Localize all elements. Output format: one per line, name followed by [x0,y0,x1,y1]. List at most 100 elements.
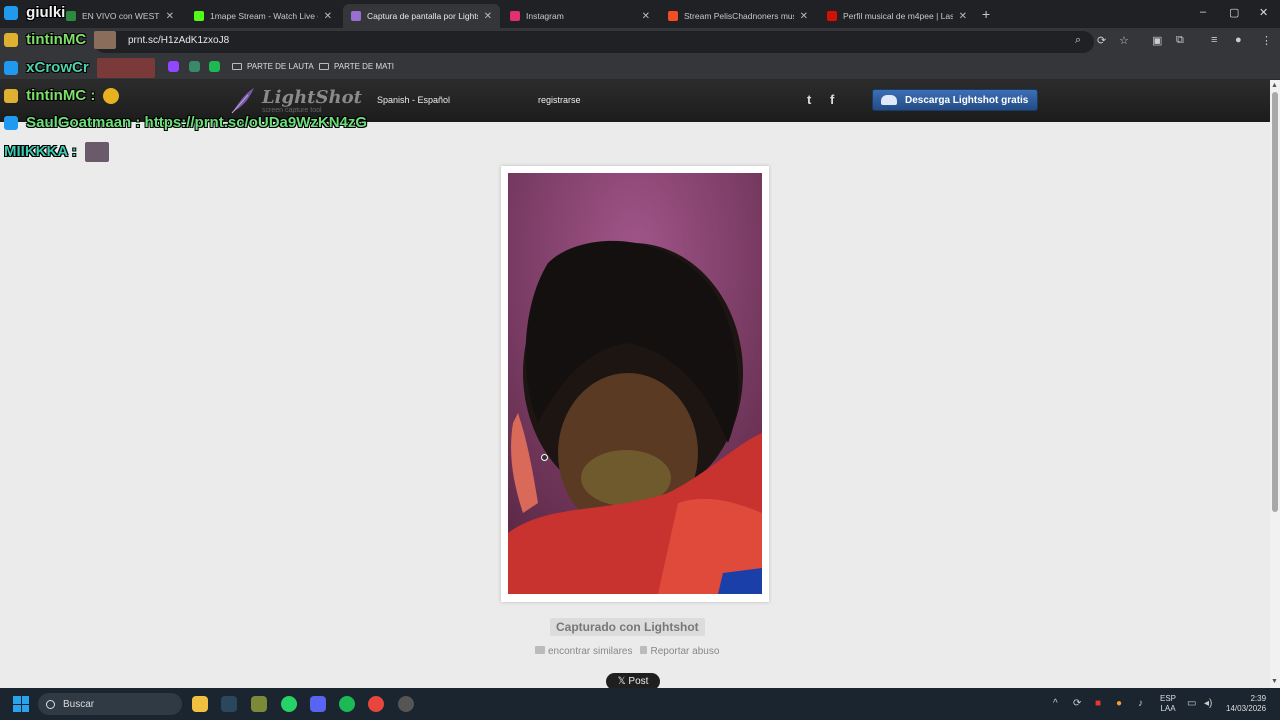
tab-favicon [194,11,204,21]
volume-icon[interactable]: ◂) [1204,698,1212,709]
close-icon[interactable]: ✕ [324,11,332,22]
tab-title: Instagram [526,11,564,21]
close-icon[interactable]: ✕ [166,11,174,22]
new-tab-button[interactable]: + [982,6,990,22]
twitch-icon[interactable] [168,61,179,72]
site-logo[interactable]: LightShot [262,87,362,108]
find-similar-link[interactable]: encontrar similares [535,646,632,657]
maximize-button[interactable]: ▢ [1229,6,1239,19]
caption-label[interactable]: Capturado con Lightshot [550,618,705,636]
bookmark-folder-mati[interactable]: PARTE DE MATI [319,62,394,71]
tab-1mape[interactable]: 1mape Stream - Watch Live on ✕ [186,4,340,28]
taskbar-search[interactable]: Buscar [38,693,182,715]
app-icon[interactable] [251,696,267,712]
tab-instagram[interactable]: Instagram ✕ [502,4,658,28]
warning-icon[interactable]: ● [1116,698,1122,709]
download-button[interactable]: Descarga Lightshot gratis [872,89,1038,111]
app-icon[interactable] [398,696,414,712]
scroll-down-icon[interactable]: ▼ [1271,678,1278,685]
tab-favicon [66,11,76,21]
close-icon[interactable]: ✕ [642,11,650,22]
tab-title: Stream PelisChadnoners music [684,11,794,21]
feather-icon [351,11,361,21]
layout-code: LAA [1160,704,1176,713]
chat-emote [96,58,155,78]
chat-badge-icon [4,116,18,131]
app-tray-icon[interactable]: ■ [1095,698,1101,709]
tab-lastfm[interactable]: Perfil musical de m4pee | Last.f ✕ [819,4,975,28]
tab-stream[interactable]: Stream PelisChadnoners music ✕ [660,4,816,28]
find-similar-label: encontrar similares [548,646,633,657]
translate-icon[interactable]: ⟳ [1097,34,1106,47]
language-select[interactable]: Spanish - Español [377,95,450,105]
bookmark-folder-lauta[interactable]: PARTE DE LAUTA [232,62,314,71]
steam-icon[interactable] [221,696,237,712]
instagram-icon [510,11,520,21]
chat-username: MIIKKKA [4,142,68,160]
minimize-button[interactable]: – [1200,6,1206,18]
whatsapp-icon[interactable] [281,696,297,712]
media-icon[interactable]: ≡ [1211,34,1217,46]
music-icon[interactable] [209,61,220,72]
tab-westcol[interactable]: EN VIVO con WESTCOL ✕ [58,4,182,28]
zoom-icon[interactable]: ⌕ [1075,34,1081,47]
chat-emote [94,31,117,50]
windows-start-icon[interactable] [13,696,29,712]
network-icon[interactable]: ▭ [1187,698,1196,709]
spotify-icon[interactable] [339,696,355,712]
screenshot-image[interactable] [508,173,762,594]
chat-message: MIIKKKA : [4,142,109,162]
bookmark-label: PARTE DE MATI [334,62,395,71]
chat-message: SaulGoatmaan : https://prnt.sc/oUDa9WzKN… [4,114,367,131]
bookmark-star-icon[interactable]: ☆ [1119,34,1129,47]
chat-text: : [71,142,77,160]
close-icon[interactable]: ✕ [959,11,967,22]
discord-icon[interactable] [310,696,326,712]
microphone-icon[interactable]: ♪ [1138,698,1143,709]
chat-emote [103,88,120,105]
photo-illustration [508,173,762,594]
time: 2:39 [1250,694,1267,703]
close-icon[interactable]: ✕ [800,11,808,22]
chat-badge-icon [4,61,18,75]
chevron-up-icon[interactable]: ^ [1053,698,1058,709]
twitter-icon[interactable]: t [807,92,811,107]
chat-username: xCrowCr [26,58,89,76]
menu-icon[interactable]: ⋮ [1261,34,1272,47]
tab-title: EN VIVO con WESTCOL [82,11,160,21]
address-bar[interactable] [94,31,1094,53]
chat-message: tintinMC [4,31,117,50]
image-actions: encontrar similares Reportar abuso [535,646,719,657]
bookmark-icon[interactable] [189,61,200,72]
tab-title: Captura de pantalla por Lightsh [367,11,478,21]
sync-icon[interactable]: ⟳ [1073,698,1081,709]
chat-badge-icon [4,33,18,48]
chrome-icon[interactable] [368,696,384,712]
url-text[interactable]: prnt.sc/H1zAdK1zxoJ8 [128,35,229,46]
chat-message: tintinMC : [4,87,120,105]
puzzle-icon[interactable]: ⧉ [1176,34,1184,47]
chat-message: xCrowCr [4,58,155,78]
download-label: Descarga Lightshot gratis [905,94,1029,106]
close-icon[interactable]: ✕ [484,11,492,22]
scrollbar-thumb[interactable] [1272,92,1278,512]
register-link[interactable]: registrarse [538,95,581,105]
folder-icon [232,63,242,70]
folder-icon [319,63,329,70]
lastfm-icon [827,11,837,21]
site-tagline: screen capture tool [262,107,322,114]
input-language[interactable]: ESP LAA [1160,694,1176,714]
tab-lightshot[interactable]: Captura de pantalla por Lightsh ✕ [343,4,500,28]
chat-username: giulki [26,4,66,21]
chat-emote [84,142,109,162]
close-window-button[interactable]: ✕ [1259,6,1268,19]
clock[interactable]: 2:39 14/03/2026 [1226,694,1266,714]
scroll-up-icon[interactable]: ▲ [1271,82,1278,89]
chat-username: tintinMC [26,31,87,48]
profile-icon[interactable]: ● [1235,34,1242,46]
report-abuse-link[interactable]: Reportar abuso [640,646,719,657]
file-explorer-icon[interactable] [192,696,208,712]
extension-icon[interactable]: ▣ [1152,34,1162,47]
chat-text: https://prnt.sc/oUDa9WzKN4zG [144,114,368,131]
facebook-icon[interactable]: f [830,92,834,107]
